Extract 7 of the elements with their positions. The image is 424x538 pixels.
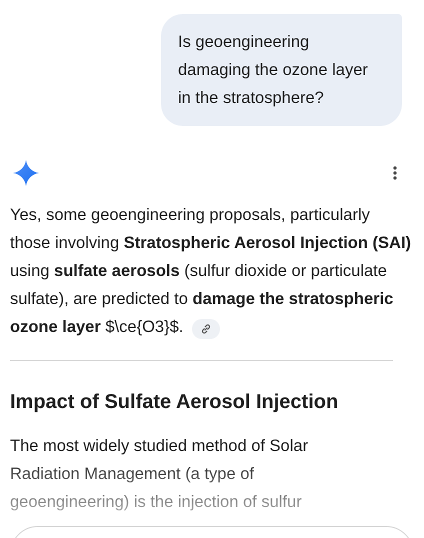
- response-paragraph: Yes, some geoengineering proposals, particularly those involving Stratospheric Aerosol Injection (SAI) using sulfate aerosols (sulfur dioxide or particulate sulfate), are predicted to damage the stratospheric ozone layer $\ce{O3}$.: [10, 201, 414, 341]
- response-paragraph: The most widely studied method of Solar Radiation Management (a type of geoengineering) is the injection of sulfur: [10, 436, 310, 513]
- sparkle-icon: [13, 160, 39, 186]
- link-icon[interactable]: [192, 319, 220, 339]
- user-message: Is geoengineering damaging the ozone layer in the stratosphere?: [161, 14, 402, 126]
- section-heading: Impact of Sulfate Aerosol Injection: [10, 391, 340, 414]
- more-options-icon[interactable]: [393, 166, 397, 180]
